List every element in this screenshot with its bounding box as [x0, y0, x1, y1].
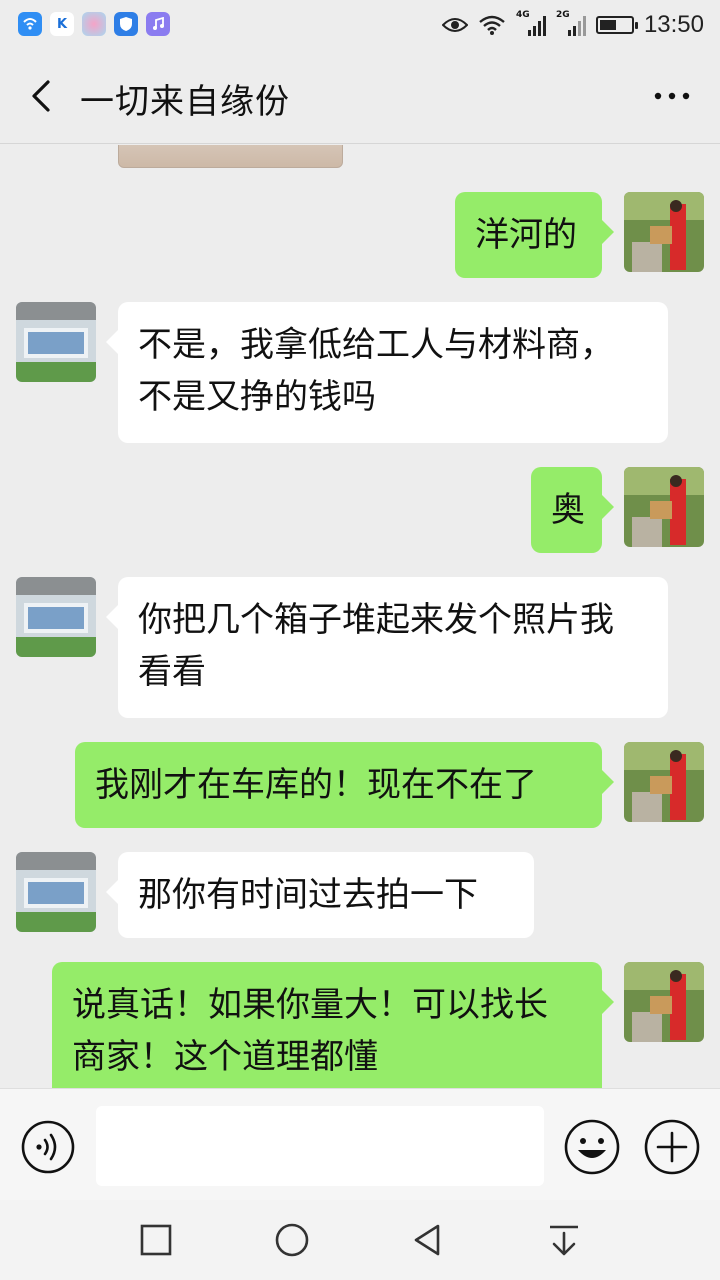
- notification-pull-icon[interactable]: [542, 1218, 586, 1262]
- network-type-2: 2G: [555, 10, 570, 20]
- photos-app-icon: [82, 12, 106, 36]
- clock: 13:50: [643, 11, 704, 38]
- security-app-icon: [114, 12, 138, 36]
- input-bar: [0, 1088, 720, 1200]
- contact-avatar[interactable]: [16, 577, 96, 657]
- incoming-message-bubble[interactable]: 那你有时间过去拍一下: [106, 852, 534, 938]
- music-app-icon: [146, 12, 170, 36]
- voice-icon[interactable]: [20, 1119, 76, 1175]
- emoji-icon[interactable]: [563, 1118, 621, 1176]
- image-message-partial[interactable]: [118, 145, 343, 168]
- network-type-1: 4G: [515, 10, 530, 20]
- my-avatar[interactable]: [624, 467, 704, 547]
- my-avatar[interactable]: [624, 742, 704, 822]
- outgoing-message-bubble[interactable]: 说真话！如果你量大！可以找长 商家！这个道理都懂: [52, 962, 614, 1088]
- message-list[interactable]: 洋河的 不是，我拿低给工人与材料商， 不是又挣的钱吗 奥 你把几个箱子堆起来发个…: [0, 145, 720, 1088]
- incoming-message-bubble[interactable]: 不是，我拿低给工人与材料商， 不是又挣的钱吗: [106, 302, 668, 443]
- ellipsis-icon[interactable]: [650, 84, 694, 108]
- recent-apps-icon[interactable]: [134, 1218, 178, 1262]
- home-icon[interactable]: [270, 1218, 314, 1262]
- wifi-app-icon: [18, 12, 42, 36]
- outgoing-message-bubble[interactable]: 奥: [531, 467, 614, 553]
- chat-header: 一切来自缘份: [0, 50, 720, 144]
- contact-avatar[interactable]: [16, 302, 96, 382]
- battery-icon: [595, 16, 638, 34]
- plus-icon[interactable]: [643, 1118, 701, 1176]
- wifi-signal-icon: [479, 15, 505, 35]
- chevron-left-icon[interactable]: [22, 76, 62, 116]
- system-indicators: 4G 2G 13:50: [441, 10, 704, 40]
- system-nav-bar: [0, 1200, 720, 1280]
- contact-avatar[interactable]: [16, 852, 96, 932]
- my-avatar[interactable]: [624, 962, 704, 1042]
- outgoing-message-bubble[interactable]: 洋河的: [455, 192, 614, 278]
- cellular-signal-2-icon: 2G: [556, 10, 586, 36]
- notification-icons: K: [18, 12, 170, 36]
- outgoing-message-bubble[interactable]: 我刚才在车库的！现在不在了: [75, 742, 614, 828]
- chat-title: 一切来自缘份: [80, 82, 290, 122]
- eye-comfort-icon: [441, 18, 468, 32]
- status-bar: K 4G 2G 13:50: [0, 0, 720, 50]
- incoming-message-bubble[interactable]: 你把几个箱子堆起来发个照片我 看看: [106, 577, 668, 718]
- my-avatar[interactable]: [624, 192, 704, 272]
- message-input[interactable]: [96, 1106, 544, 1186]
- cellular-signal-1-icon: 4G: [516, 10, 546, 36]
- battery-level: [599, 20, 617, 30]
- tracker-app-icon: K: [50, 12, 74, 36]
- back-triangle-icon[interactable]: [406, 1218, 450, 1262]
